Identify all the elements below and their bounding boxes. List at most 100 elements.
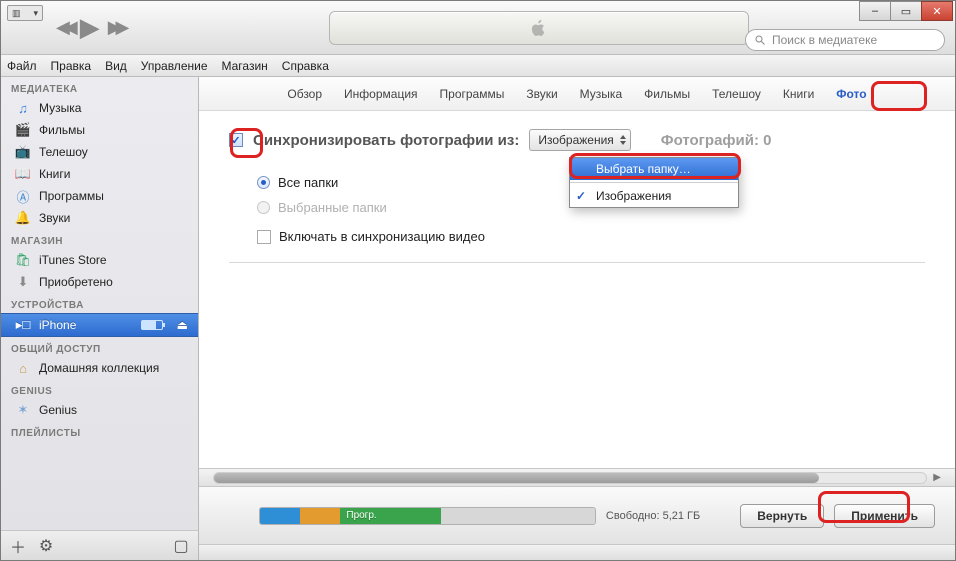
программы-icon: Ⓐ <box>15 188 31 204</box>
search-icon <box>754 34 766 46</box>
sync-photos-label: Синхронизировать фотографии из: <box>253 132 519 149</box>
section-header: ПЛЕЙЛИСТЫ <box>1 421 198 441</box>
view-selector[interactable]: ▥▾ <box>7 5 43 21</box>
sidebar-item-label: Фильмы <box>39 123 85 137</box>
sidebar-item-label: iPhone <box>39 318 76 332</box>
sidebar-item-label: iTunes Store <box>39 253 107 267</box>
menu-магазин[interactable]: Магазин <box>222 59 268 73</box>
photo-count: Фотографий: 0 <box>661 132 772 149</box>
sidebar-item-программы[interactable]: Ⓐ Программы <box>1 185 198 207</box>
menu-правка[interactable]: Правка <box>51 59 92 73</box>
apply-button[interactable]: Применить <box>834 504 935 528</box>
radio-selected-folders-label: Выбранные папки <box>278 200 387 215</box>
tab-фото[interactable]: Фото <box>836 87 866 101</box>
next-track-button[interactable]: ▶▶ <box>108 17 124 38</box>
sidebar-toolbar: ＋ ⚙ ▢ <box>1 530 199 560</box>
section-header: МЕДИАТЕКА <box>1 77 198 97</box>
check-icon: ✓ <box>576 189 586 203</box>
menu-вид[interactable]: Вид <box>105 59 127 73</box>
звуки-icon: 🔔 <box>15 210 31 226</box>
battery-icon <box>141 320 163 330</box>
sidebar-item-label: Домашняя коллекция <box>39 361 159 375</box>
photo-source-menu: Выбрать папку… ✓ Изображения <box>569 157 739 208</box>
tab-книги[interactable]: Книги <box>783 87 814 101</box>
sidebar-item-звуки[interactable]: 🔔 Звуки <box>1 207 198 229</box>
menu-управление[interactable]: Управление <box>141 59 208 73</box>
settings-gear-icon[interactable]: ⚙ <box>37 538 55 554</box>
tab-обзор[interactable]: Обзор <box>287 87 322 101</box>
sidebar-item-домашняя коллекция[interactable]: ⌂ Домашняя коллекция <box>1 357 198 379</box>
genius-icon: ✶ <box>15 402 31 418</box>
main-panel: Обзор Информация Программы Звуки Музыка Фильм… <box>199 77 955 544</box>
horizontal-scrollbar[interactable]: ▶ <box>199 468 955 486</box>
tab-информация[interactable]: Информация <box>344 87 417 101</box>
музыка-icon: ♫ <box>15 100 31 116</box>
apple-logo-icon <box>530 19 548 37</box>
iphone-icon: ▸□ <box>15 317 31 333</box>
itunes store-icon: 🛍 <box>15 252 31 268</box>
photo-source-dropdown[interactable]: Изображения <box>529 129 630 151</box>
scroll-right-icon[interactable]: ▶ <box>933 472 941 483</box>
sidebar-item-label: Звуки <box>39 211 70 225</box>
tab-программы[interactable]: Программы <box>440 87 505 101</box>
section-header: GENIUS <box>1 379 198 399</box>
tab-музыка[interactable]: Музыка <box>580 87 622 101</box>
книги-icon: 📖 <box>15 166 31 182</box>
sidebar-item-label: Книги <box>39 167 70 181</box>
sidebar-item-label: Музыка <box>39 101 81 115</box>
toggle-panel-button[interactable]: ▢ <box>172 538 190 554</box>
фильмы-icon: 🎬 <box>15 122 31 138</box>
include-video-checkbox[interactable]: ✓ <box>257 230 271 244</box>
title-bar: ▥▾ ◀◀ ▶ ▶▶ Поиск в медиатеке – ▭ ✕ <box>1 1 955 55</box>
menu-файл[interactable]: Файл <box>7 59 37 73</box>
sidebar-item-label: Телешоу <box>39 145 88 159</box>
tab-фильмы[interactable]: Фильмы <box>644 87 690 101</box>
tab-звуки[interactable]: Звуки <box>526 87 557 101</box>
search-placeholder: Поиск в медиатеке <box>772 33 877 47</box>
free-space-label: Свободно: 5,21 ГБ <box>606 510 700 522</box>
sidebar-item-приобретено[interactable]: ⬇Приобретено <box>1 271 198 293</box>
sidebar-item-музыка[interactable]: ♫ Музыка <box>1 97 198 119</box>
menu-item-choose-folder[interactable]: Выбрать папку… <box>570 158 738 180</box>
eject-icon[interactable]: ⏏ <box>177 318 188 332</box>
menu-справка[interactable]: Справка <box>282 59 329 73</box>
телешоу-icon: 📺 <box>15 144 31 160</box>
capacity-segment <box>260 508 300 524</box>
footer-bar: Прогр. Свободно: 5,21 ГБ Вернуть Примени… <box>199 486 955 544</box>
sidebar-item-книги[interactable]: 📖 Книги <box>1 163 198 185</box>
search-field[interactable]: Поиск в медиатеке <box>745 29 945 51</box>
maximize-button[interactable]: ▭ <box>890 1 922 21</box>
sidebar: МЕДИАТЕКА ♫ Музыка 🎬 Фильмы 📺 Телешоу 📖 Книги Ⓐ Пр… <box>1 77 199 544</box>
play-button[interactable]: ▶ <box>80 12 100 43</box>
minimize-button[interactable]: – <box>859 1 891 21</box>
prev-track-button[interactable]: ◀◀ <box>56 17 72 38</box>
приобретено-icon: ⬇ <box>15 274 31 290</box>
capacity-segment <box>441 508 595 524</box>
device-tabs: Обзор Информация Программы Звуки Музыка Фильм… <box>199 77 955 111</box>
section-header: УСТРОЙСТВА <box>1 293 198 313</box>
add-playlist-button[interactable]: ＋ <box>9 538 27 554</box>
sidebar-item-label: Программы <box>39 189 104 203</box>
include-video-label: Включать в синхронизацию видео <box>279 229 485 244</box>
section-header: ОБЩИЙ ДОСТУП <box>1 337 198 357</box>
close-button[interactable]: ✕ <box>921 1 953 21</box>
sidebar-item-genius[interactable]: ✶ Genius <box>1 399 198 421</box>
window-buttons: – ▭ ✕ <box>860 1 953 21</box>
sidebar-item-iphone[interactable]: ▸□ iPhone ⏏ <box>1 313 198 337</box>
tab-телешоу[interactable]: Телешоу <box>712 87 761 101</box>
divider <box>229 262 925 263</box>
capacity-segment: Прогр. <box>340 508 440 524</box>
radio-all-folders-label: Все папки <box>278 175 338 190</box>
capacity-segment <box>300 508 340 524</box>
sidebar-item-label: Genius <box>39 403 77 417</box>
revert-button[interactable]: Вернуть <box>740 504 824 528</box>
menu-separator <box>570 182 738 183</box>
sidebar-item-телешоу[interactable]: 📺 Телешоу <box>1 141 198 163</box>
домашняя коллекция-icon: ⌂ <box>15 360 31 376</box>
sidebar-item-фильмы[interactable]: 🎬 Фильмы <box>1 119 198 141</box>
sidebar-item-itunes store[interactable]: 🛍 iTunes Store <box>1 249 198 271</box>
menu-item-pictures[interactable]: ✓ Изображения <box>570 185 738 207</box>
menu-bar: Файл Правка Вид Управление Магазин Справка <box>1 55 955 77</box>
sync-photos-checkbox[interactable]: ✓ <box>229 133 243 147</box>
capacity-bar: Прогр. <box>259 507 596 525</box>
